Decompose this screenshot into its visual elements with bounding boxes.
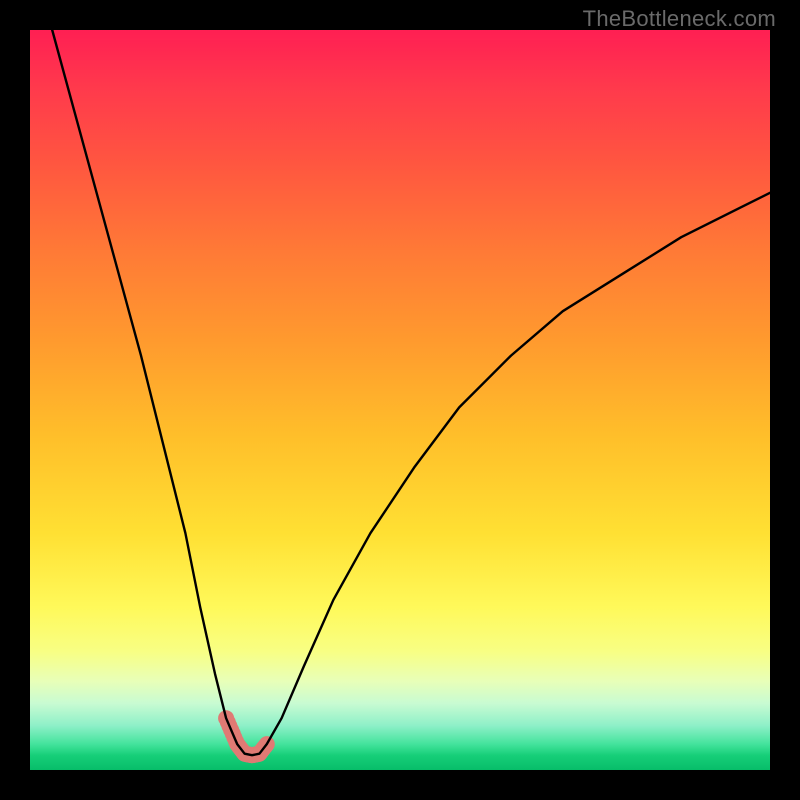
watermark-text: TheBottleneck.com [583,6,776,32]
chart-plot-area [30,30,770,770]
bottleneck-curve [52,30,770,755]
chart-frame: TheBottleneck.com [0,0,800,800]
chart-svg [30,30,770,770]
